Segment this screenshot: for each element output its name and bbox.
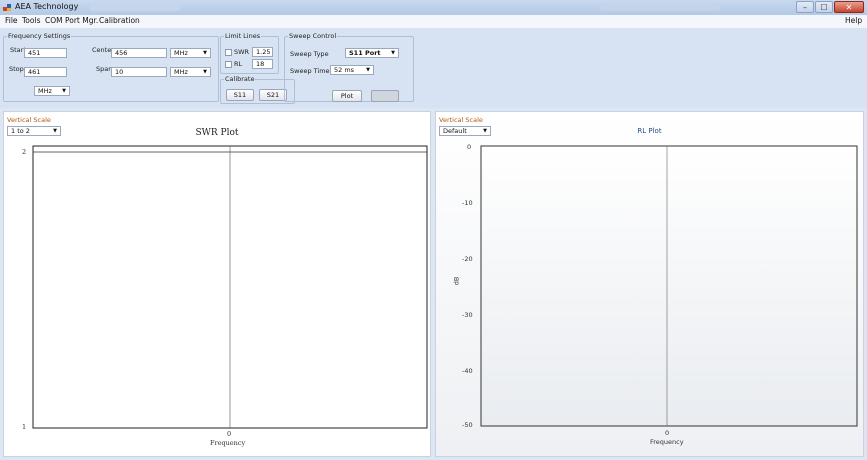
s21-calibrate-button[interactable]: S21 xyxy=(259,89,287,101)
swr-limit-input[interactable]: 1.25 xyxy=(252,47,273,57)
menu-calibration[interactable]: Calibration xyxy=(99,16,140,25)
plots-area: Vertical Scale 1 to 2 ▼ SWR Plot 2 1 0 Fr… xyxy=(0,108,867,460)
span-unit-select[interactable]: MHz ▼ xyxy=(170,67,211,77)
swr-y-tick: 1 xyxy=(22,423,27,431)
s11-calibrate-button[interactable]: S11 xyxy=(226,89,254,101)
swr-x-axis-label: Frequency xyxy=(210,439,246,447)
swr-limit-label: SWR xyxy=(234,48,250,56)
rl-limit-input[interactable]: 18 xyxy=(252,59,273,69)
chevron-down-icon: ▼ xyxy=(203,50,207,56)
rl-y-axis-label: dB xyxy=(452,276,461,286)
frequency-settings-legend: Frequency Settings xyxy=(8,32,71,40)
sweep-type-label: Sweep Type xyxy=(290,50,329,58)
chevron-down-icon: ▼ xyxy=(391,50,395,56)
sweep-time-label: Sweep Time xyxy=(290,67,330,75)
settings-panel: Frequency Settings Start 451 Stop 461 Ce… xyxy=(0,28,867,108)
app-icon xyxy=(3,4,11,11)
rl-plot-frame xyxy=(480,145,858,427)
minimize-button[interactable]: – xyxy=(796,1,814,13)
chevron-down-icon: ▼ xyxy=(366,67,370,73)
rl-y-tick: -30 xyxy=(462,311,473,319)
close-button[interactable]: ✕ xyxy=(834,1,864,13)
center-input[interactable]: 456 xyxy=(111,48,167,58)
rl-y-tick: 0 xyxy=(467,143,472,151)
menu-bar: File Tools COM Port Mgr. Calibration Hel… xyxy=(0,15,867,28)
span-label: Span xyxy=(96,65,113,73)
sweep-control-group: Sweep Control Sweep Type S11 Port ▼ Sweep… xyxy=(284,32,414,102)
swr-limit-checkbox[interactable] xyxy=(225,49,232,56)
sweep-time-value: 52 ms xyxy=(334,66,355,74)
swr-plot-canvas xyxy=(32,145,428,429)
center-unit-select[interactable]: MHz ▼ xyxy=(170,48,211,58)
rl-plot-panel: Vertical Scale Default ▼ RL Plot 0 -10 -2… xyxy=(435,111,864,457)
menu-help[interactable]: Help xyxy=(845,16,862,25)
center-unit-value: MHz xyxy=(174,49,188,57)
unit-select[interactable]: MHz ▼ xyxy=(34,86,70,96)
sweep-type-value: S11 Port xyxy=(349,49,381,57)
limit-lines-legend: Limit Lines xyxy=(225,32,261,40)
stop-button[interactable] xyxy=(371,90,399,102)
sweep-type-select[interactable]: S11 Port ▼ xyxy=(345,48,399,58)
sweep-control-legend: Sweep Control xyxy=(289,32,337,40)
plot-button[interactable]: Plot xyxy=(332,90,362,102)
frequency-settings-group: Frequency Settings Start 451 Stop 461 Ce… xyxy=(3,32,219,102)
title-blur xyxy=(90,4,180,11)
rl-x-tick: 0 xyxy=(665,429,670,437)
sweep-time-select[interactable]: 52 ms ▼ xyxy=(330,65,374,75)
rl-limit-label: RL xyxy=(234,60,243,68)
title-blur xyxy=(600,4,720,11)
window-title: AEA Technology xyxy=(15,2,79,11)
limit-lines-group: Limit Lines SWR 1.25 RL 18 xyxy=(220,32,279,74)
rl-limit-checkbox[interactable] xyxy=(225,61,232,68)
span-unit-value: MHz xyxy=(174,68,188,76)
maximize-button[interactable]: ☐ xyxy=(815,1,833,13)
menu-com-port-mgr[interactable]: COM Port Mgr. xyxy=(45,16,98,25)
menu-file[interactable]: File xyxy=(5,16,18,25)
rl-plot-canvas xyxy=(480,145,858,427)
chevron-down-icon: ▼ xyxy=(203,69,207,75)
rl-y-tick: -20 xyxy=(462,255,473,263)
start-input[interactable]: 451 xyxy=(24,48,67,58)
menu-tools[interactable]: Tools xyxy=(22,16,40,25)
span-input[interactable]: 10 xyxy=(111,67,167,77)
rl-y-tick: -40 xyxy=(462,367,473,375)
stop-input[interactable]: 461 xyxy=(24,67,67,77)
rl-x-axis-label: Frequency xyxy=(650,438,684,446)
stop-label: Stop xyxy=(9,65,24,73)
unit-value: MHz xyxy=(38,87,52,95)
calibrate-legend: Calibrate xyxy=(225,75,255,83)
title-bar: AEA Technology – ☐ ✕ xyxy=(0,0,867,15)
rl-y-tick: -50 xyxy=(462,421,473,429)
chevron-down-icon: ▼ xyxy=(62,88,66,94)
rl-y-tick: -10 xyxy=(462,199,473,207)
swr-y-tick: 2 xyxy=(22,148,27,156)
swr-plot-panel: Vertical Scale 1 to 2 ▼ SWR Plot 2 1 0 Fr… xyxy=(3,111,431,457)
swr-x-tick: 0 xyxy=(227,430,232,438)
